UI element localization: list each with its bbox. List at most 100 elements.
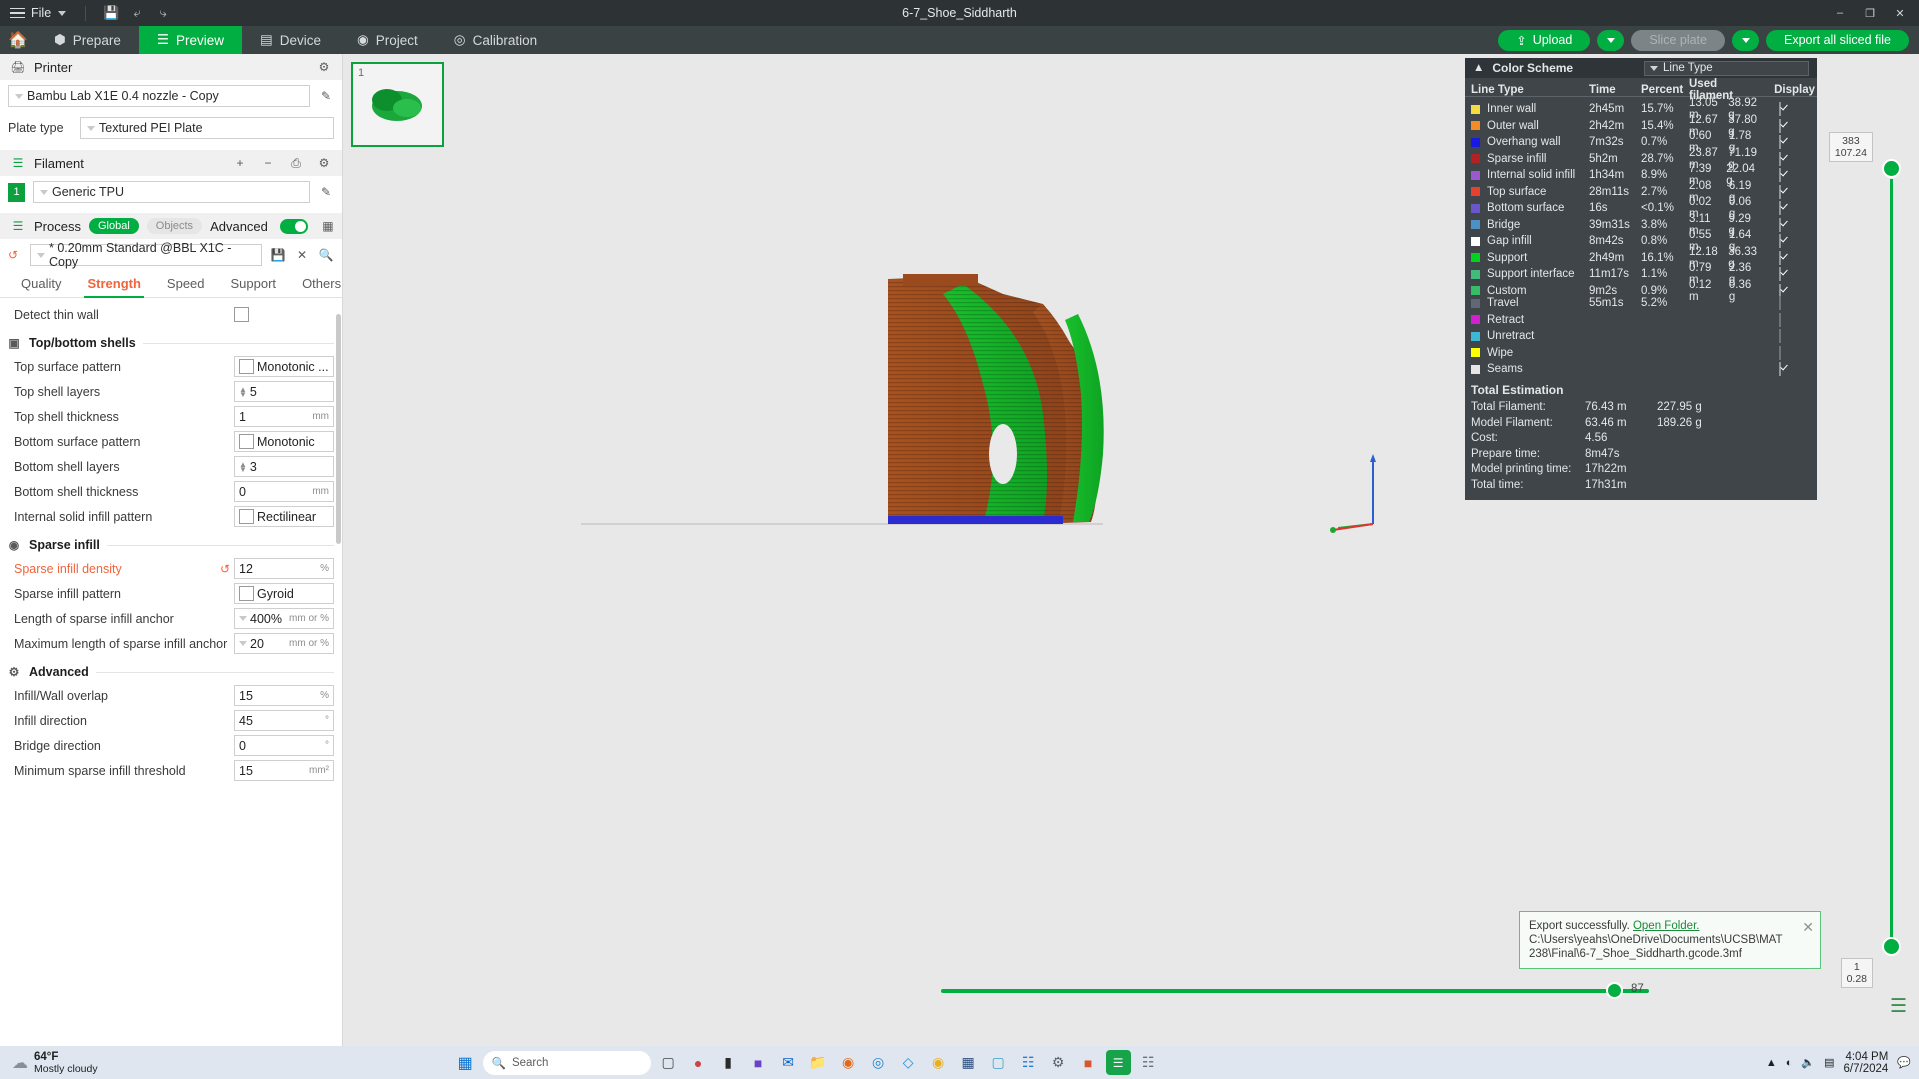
legend-display-checkbox[interactable] <box>1779 251 1781 265</box>
close-button[interactable]: ✕ <box>1885 0 1915 26</box>
scope-global-tab[interactable]: Global <box>89 218 139 234</box>
compare-icon[interactable]: ▦ <box>320 218 336 234</box>
export-all-button[interactable]: Export all sliced file <box>1766 30 1909 51</box>
legend-row[interactable]: Internal solid infill1h34m8.9%7.39 m22.0… <box>1465 163 1817 180</box>
chevron-up-icon[interactable]: ▲ <box>1473 62 1484 74</box>
maximize-button[interactable]: ❐ <box>1855 0 1885 26</box>
home-icon[interactable]: 🏠 <box>0 26 36 54</box>
volume-icon[interactable]: 🔈 <box>1801 1056 1815 1069</box>
redo-icon[interactable]: ⤷ <box>150 3 176 23</box>
outlook-icon[interactable]: ✉ <box>776 1050 801 1075</box>
bambu-icon[interactable]: ☰ <box>1106 1050 1131 1075</box>
revert-icon[interactable]: ↺ <box>220 562 234 576</box>
move-slider-track[interactable] <box>941 989 1649 993</box>
gear-icon[interactable]: ⚙ <box>316 59 332 75</box>
param-value-spinner[interactable]: ▲▼3 <box>234 456 334 477</box>
add-filament-button[interactable]: + <box>232 155 248 171</box>
legend-row[interactable]: Retract <box>1465 312 1817 329</box>
layer-slider-top-handle[interactable] <box>1882 159 1901 178</box>
reset-process-icon[interactable]: ↺ <box>8 248 22 262</box>
filament-settings-icon[interactable]: ⚙ <box>316 155 332 171</box>
detect-thin-wall-checkbox[interactable] <box>234 307 249 322</box>
preview-viewport[interactable]: 1 <box>343 54 1919 1046</box>
chrome-icon[interactable]: ◉ <box>926 1050 951 1075</box>
photos-icon[interactable]: ▢ <box>986 1050 1011 1075</box>
legend-row[interactable]: Overhang wall7m32s0.7%0.60 m1.78 g <box>1465 130 1817 147</box>
teams-icon[interactable]: ■ <box>746 1050 771 1075</box>
search-input[interactable]: 🔍 Search <box>483 1051 651 1075</box>
nav-project[interactable]: ◉ Project <box>339 26 436 54</box>
wifi-icon[interactable]: ◐ <box>1786 1057 1793 1069</box>
legend-display-checkbox[interactable] <box>1779 267 1781 281</box>
edge-icon[interactable]: ◎ <box>866 1050 891 1075</box>
plate-type-select[interactable]: Textured PEI Plate <box>80 117 334 139</box>
settings-icon[interactable]: ⚙ <box>1046 1050 1071 1075</box>
firefox-icon[interactable]: ◉ <box>836 1050 861 1075</box>
legend-row[interactable]: Bottom surface16s<0.1%0.02 m0.06 g <box>1465 196 1817 213</box>
legend-row[interactable]: Custom9m2s0.9%0.12 m0.36 g <box>1465 279 1817 296</box>
edit-filament-icon[interactable]: ✎ <box>318 184 334 200</box>
calculator-icon[interactable]: ☷ <box>1016 1050 1041 1075</box>
remove-filament-button[interactable]: − <box>260 155 276 171</box>
clock[interactable]: 4:04 PM 6/7/2024 <box>1844 1051 1889 1075</box>
legend-display-checkbox[interactable] <box>1779 234 1781 248</box>
param-value-field[interactable]: 0mm <box>234 481 334 502</box>
legend-display-checkbox[interactable] <box>1779 218 1781 232</box>
save-icon[interactable]: 💾 <box>98 3 124 23</box>
advanced-toggle[interactable] <box>280 219 308 234</box>
view-mode-select[interactable]: Line Type <box>1644 61 1809 76</box>
adobe-icon[interactable]: ■ <box>1076 1050 1101 1075</box>
legend-row[interactable]: Travel55m1s5.2% <box>1465 295 1817 312</box>
scope-objects-tab[interactable]: Objects <box>147 218 202 234</box>
legend-display-checkbox[interactable] <box>1779 329 1781 343</box>
param-value-pattern[interactable]: Monotonic <box>234 431 334 452</box>
vscode-icon[interactable]: ◇ <box>896 1050 921 1075</box>
filament-sync-icon[interactable]: ⎙ <box>288 155 304 171</box>
filament-index[interactable]: 1 <box>8 183 25 202</box>
widgets-icon[interactable]: ● <box>686 1050 711 1075</box>
param-value-field[interactable]: 12% <box>234 558 334 579</box>
legend-display-checkbox[interactable] <box>1779 313 1781 327</box>
sidebar-scrollbar[interactable] <box>336 314 341 544</box>
delete-preset-icon[interactable]: ✕ <box>294 247 310 263</box>
start-icon[interactable]: ▦ <box>453 1050 478 1075</box>
legend-display-checkbox[interactable] <box>1779 346 1781 360</box>
legend-row[interactable]: Unretract <box>1465 328 1817 345</box>
legend-display-checkbox[interactable] <box>1779 185 1781 199</box>
legend-display-checkbox[interactable] <box>1779 201 1781 215</box>
terminal-icon[interactable]: ▮ <box>716 1050 741 1075</box>
move-slider[interactable]: 87 <box>941 987 1649 994</box>
spinner-icon[interactable]: ▲▼ <box>239 462 247 472</box>
battery-icon[interactable]: ▤ <box>1824 1056 1834 1069</box>
save-preset-icon[interactable]: 💾 <box>270 247 286 263</box>
param-value-field[interactable]: 1mm <box>234 406 334 427</box>
param-value-dropdown[interactable]: 400%mm or % <box>234 608 334 629</box>
legend-display-checkbox[interactable] <box>1779 152 1781 166</box>
explorer-icon[interactable]: 📁 <box>806 1050 831 1075</box>
param-value-dropdown[interactable]: 20mm or % <box>234 633 334 654</box>
legend-display-checkbox[interactable] <box>1779 168 1781 182</box>
search-icon[interactable]: 🔍 <box>318 247 334 263</box>
slice-plate-button[interactable]: Slice plate <box>1631 30 1725 51</box>
notifications-icon[interactable]: 💬 <box>1897 1056 1911 1069</box>
minimize-button[interactable]: – <box>1825 0 1855 26</box>
edit-printer-icon[interactable]: ✎ <box>318 88 334 104</box>
layer-slider-track[interactable] <box>1890 179 1893 951</box>
layers-toggle-icon[interactable]: ☰ <box>1890 995 1907 1018</box>
legend-row[interactable]: Support interface11m17s1.1%0.79 m2.36 g <box>1465 262 1817 279</box>
nav-calibration[interactable]: ◎ Calibration <box>436 26 555 54</box>
export-dropdown-button[interactable] <box>1732 30 1759 51</box>
param-value-pattern[interactable]: Gyroid <box>234 583 334 604</box>
file-menu[interactable]: File <box>31 6 51 20</box>
param-value-field[interactable]: 15mm² <box>234 760 334 781</box>
legend-row[interactable]: Gap infill8m42s0.8%0.55 m1.64 g <box>1465 229 1817 246</box>
spinner-icon[interactable]: ▲▼ <box>239 387 247 397</box>
misc-icon[interactable]: ☷ <box>1136 1050 1161 1075</box>
layer-slider-bottom-handle[interactable] <box>1882 937 1901 956</box>
printer-preset-select[interactable]: Bambu Lab X1E 0.4 nozzle - Copy <box>8 85 310 107</box>
store-icon[interactable]: ▦ <box>956 1050 981 1075</box>
undo-icon[interactable]: ⤶ <box>124 3 150 23</box>
param-value-pattern[interactable]: Rectilinear <box>234 506 334 527</box>
filament-preset-select[interactable]: Generic TPU <box>33 181 310 203</box>
legend-display-checkbox[interactable] <box>1779 135 1781 149</box>
